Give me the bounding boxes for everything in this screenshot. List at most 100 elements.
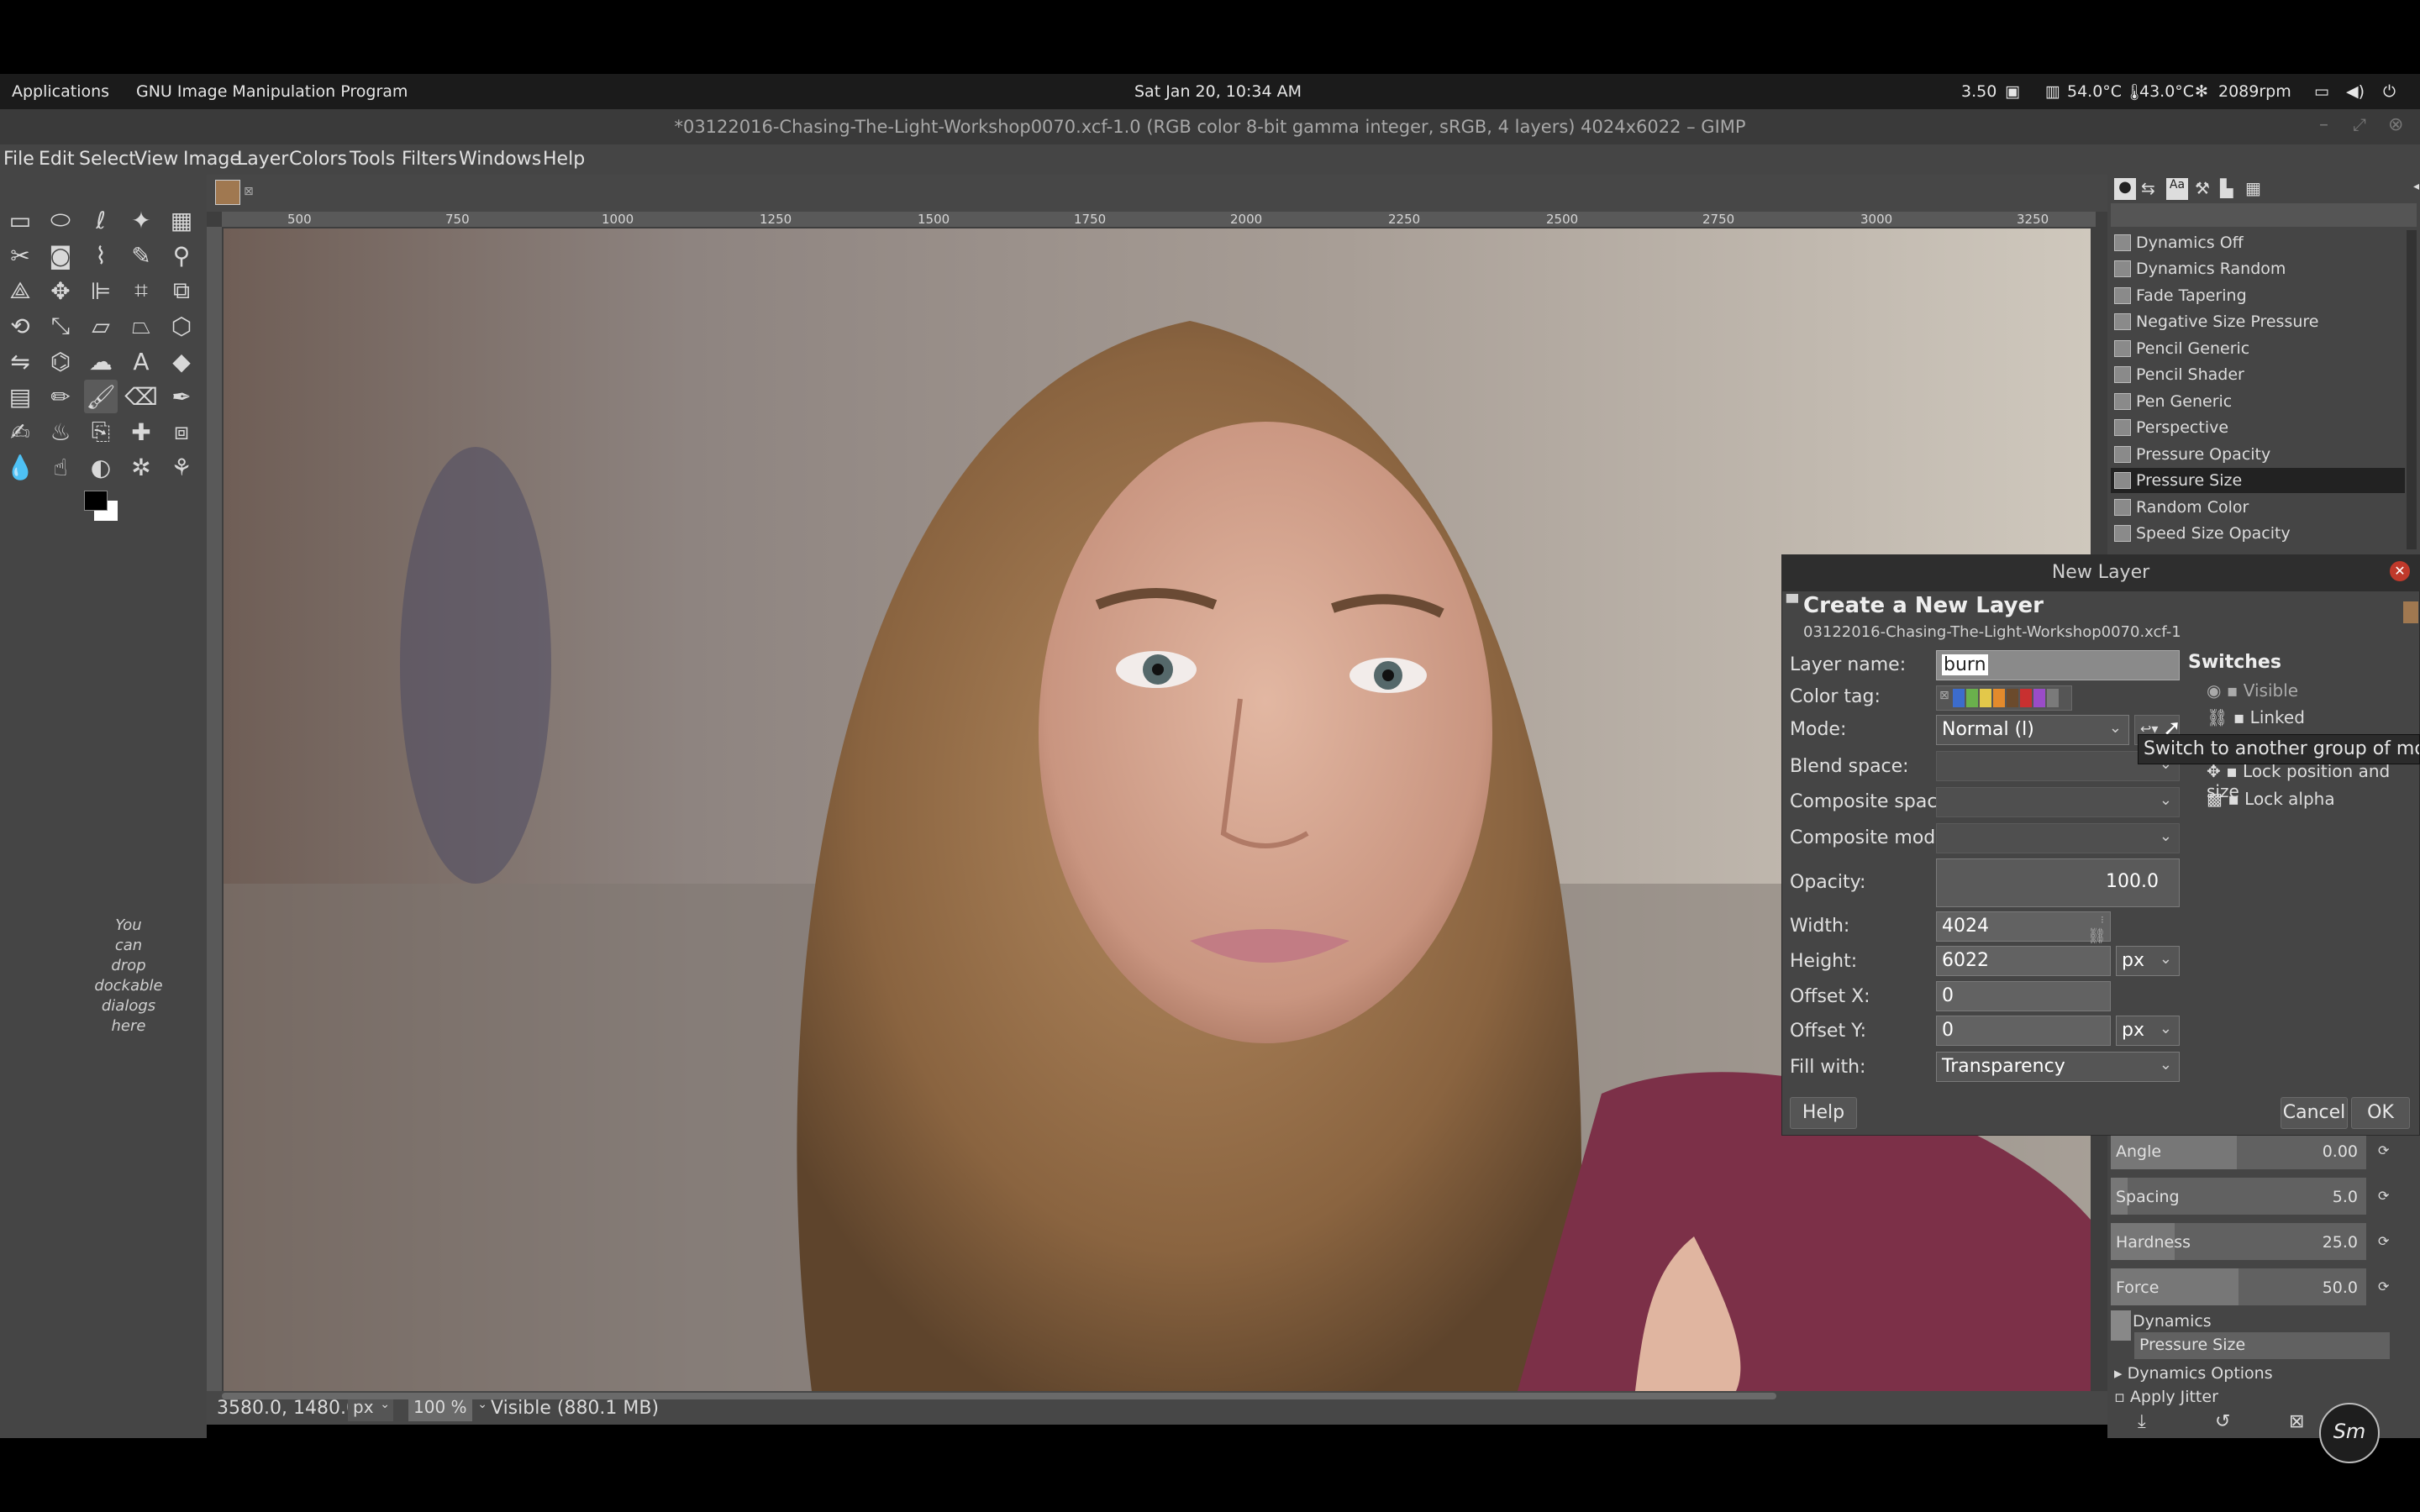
pencil-icon[interactable]: ✏: [44, 380, 77, 413]
menu-image[interactable]: Image: [183, 149, 241, 170]
display-icon[interactable]: ▭: [2314, 82, 2329, 101]
chain-link-icon[interactable]: ⛓: [2087, 927, 2107, 945]
ok-button[interactable]: OK: [2351, 1097, 2410, 1129]
active-app-name[interactable]: GNU Image Manipulation Program: [136, 82, 408, 101]
brush-list-scrollbar[interactable]: [2407, 230, 2417, 549]
linked-toggle[interactable]: ⛓ ▪ Linked: [2207, 707, 2305, 727]
menu-select[interactable]: Select: [79, 149, 136, 170]
width-input[interactable]: 4024: [1936, 911, 2111, 942]
gradient-icon[interactable]: ▤: [3, 380, 37, 413]
offset-y-input[interactable]: 0: [1936, 1016, 2111, 1046]
clone-icon[interactable]: ⎘: [84, 415, 118, 449]
brush-list-item[interactable]: Perspective: [2111, 415, 2405, 440]
lock-alpha-toggle[interactable]: ▩ ▪ Lock alpha: [2207, 789, 2335, 809]
undo-history-tab-icon[interactable]: ⇆: [2141, 178, 2155, 198]
angle-slider[interactable]: Angle 0.00: [2111, 1132, 2366, 1169]
cancel-button[interactable]: Cancel: [2281, 1097, 2348, 1129]
paintbrush-icon[interactable]: 🖌: [84, 380, 118, 413]
flip-icon[interactable]: ⇋: [3, 344, 37, 378]
shear-icon[interactable]: ▱: [84, 309, 118, 343]
dynamics-options-toggle[interactable]: ▸ Dynamics Options: [2114, 1364, 2273, 1383]
brush-list-item[interactable]: Dynamics Random: [2111, 256, 2405, 281]
cage-icon[interactable]: ⌬: [44, 344, 77, 378]
dodge-burn-icon[interactable]: ◐: [84, 450, 118, 484]
help-button[interactable]: Help: [1790, 1097, 1857, 1129]
scissors-icon[interactable]: ✂: [3, 239, 37, 272]
brush-list-item[interactable]: Pen Generic: [2111, 389, 2405, 414]
color-tag-yellow[interactable]: [1980, 689, 1991, 707]
horizontal-scrollbar[interactable]: [222, 1393, 1776, 1399]
menu-view[interactable]: View: [134, 149, 178, 170]
hardness-slider[interactable]: Hardness 25.0: [2111, 1223, 2366, 1260]
close-tab-icon[interactable]: ⊠: [244, 185, 254, 198]
brush-list-item[interactable]: Pencil Shader: [2111, 362, 2405, 387]
close-dialog-icon[interactable]: ✕: [2390, 561, 2410, 581]
measure-icon[interactable]: ⟁: [3, 274, 37, 307]
blur-icon[interactable]: 💧: [3, 450, 37, 484]
foreground-color-swatch[interactable]: [84, 491, 108, 511]
width-spinner-icon[interactable]: ⁝: [2101, 914, 2104, 926]
reset-angle-icon[interactable]: ⟳: [2378, 1142, 2389, 1158]
brush-list-item[interactable]: Pressure Opacity: [2111, 442, 2405, 467]
3d-transform-icon[interactable]: ⬡: [165, 309, 198, 343]
color-tag-blue[interactable]: [1953, 689, 1965, 707]
composite-space-select[interactable]: ⌄: [1936, 787, 2180, 817]
eraser-icon[interactable]: ⌫: [124, 380, 158, 413]
opacity-slider[interactable]: 100.0: [1936, 858, 2180, 907]
free-select-icon[interactable]: ℓ: [84, 203, 118, 237]
brush-filter-input[interactable]: [2111, 203, 2417, 227]
perspective-clone-icon[interactable]: ⧈: [165, 415, 198, 449]
color-tag-red[interactable]: [2020, 689, 2032, 707]
brush-list-item[interactable]: Pencil Generic: [2111, 336, 2405, 361]
mode-select[interactable]: Normal (l) ⌄: [1936, 715, 2129, 745]
offset-unit-select[interactable]: px ⌄: [2116, 1016, 2180, 1046]
volume-icon[interactable]: ◀): [2346, 82, 2365, 101]
tool-options-tab-icon[interactable]: ⚒: [2195, 178, 2210, 198]
power-icon[interactable]: ⏻: [2383, 82, 2396, 101]
smudge-icon[interactable]: ☝: [44, 450, 77, 484]
reset-force-icon[interactable]: ⟳: [2378, 1278, 2389, 1294]
color-tool-icon[interactable]: ✲: [124, 450, 158, 484]
scale-icon[interactable]: ⤡: [44, 309, 77, 343]
minimize-icon[interactable]: –: [2319, 114, 2328, 135]
apply-jitter-toggle[interactable]: ▫ Apply Jitter: [2114, 1388, 2218, 1406]
handle-transform-icon[interactable]: ⚘: [165, 450, 198, 484]
ellipse-select-icon[interactable]: ⬭: [44, 203, 77, 237]
menu-help[interactable]: Help: [543, 149, 585, 170]
visible-toggle[interactable]: ◉ ▪ Visible: [2207, 680, 2298, 701]
color-tag-brown[interactable]: [2007, 689, 2018, 707]
color-tag-green[interactable]: [1966, 689, 1978, 707]
menu-file[interactable]: File: [3, 149, 34, 170]
menu-tools[interactable]: Tools: [350, 149, 395, 170]
fonts-tab-icon[interactable]: Aa: [2166, 178, 2188, 200]
menu-colors[interactable]: Colors: [289, 149, 347, 170]
rect-select-icon[interactable]: ▭: [3, 203, 37, 237]
brushes-tab-icon[interactable]: ●: [2114, 178, 2136, 200]
menu-windows[interactable]: Windows: [459, 149, 541, 170]
clock[interactable]: Sat Jan 20, 10:34 AM: [1134, 82, 1302, 101]
applications-menu[interactable]: Applications: [12, 82, 109, 101]
brush-list-item[interactable]: Negative Size Pressure: [2111, 309, 2405, 334]
color-tag-violet[interactable]: [2033, 689, 2045, 707]
brush-list-item-selected[interactable]: Pressure Size: [2111, 468, 2405, 493]
height-input[interactable]: 6022: [1936, 946, 2111, 976]
fill-with-select[interactable]: Transparency ⌄: [1936, 1052, 2180, 1082]
spacing-slider[interactable]: Spacing 5.0: [2111, 1178, 2366, 1215]
dynamics-select[interactable]: Pressure Size: [2134, 1332, 2390, 1359]
move-icon[interactable]: ✥: [44, 274, 77, 307]
color-tag-orange[interactable]: [1993, 689, 2005, 707]
color-picker-icon[interactable]: ✎: [124, 239, 158, 272]
reset-hardness-icon[interactable]: ⟳: [2378, 1233, 2389, 1249]
image-tab-thumbnail[interactable]: [215, 180, 240, 205]
align-icon[interactable]: ⊫: [84, 274, 118, 307]
menu-layer[interactable]: Layer: [237, 149, 288, 170]
maximize-icon[interactable]: ⤢: [2353, 114, 2366, 134]
delete-options-icon[interactable]: ⊠: [2289, 1411, 2304, 1432]
reset-spacing-icon[interactable]: ⟳: [2378, 1188, 2389, 1204]
brush-list-item[interactable]: Fade Tapering: [2111, 283, 2405, 308]
force-slider[interactable]: Force 50.0: [2111, 1268, 2366, 1305]
brush-list-item[interactable]: Dynamics Off: [2111, 230, 2405, 255]
size-unit-select[interactable]: px ⌄: [2116, 946, 2180, 976]
restore-options-icon[interactable]: ↺: [2215, 1411, 2230, 1432]
menu-filters[interactable]: Filters: [402, 149, 457, 170]
